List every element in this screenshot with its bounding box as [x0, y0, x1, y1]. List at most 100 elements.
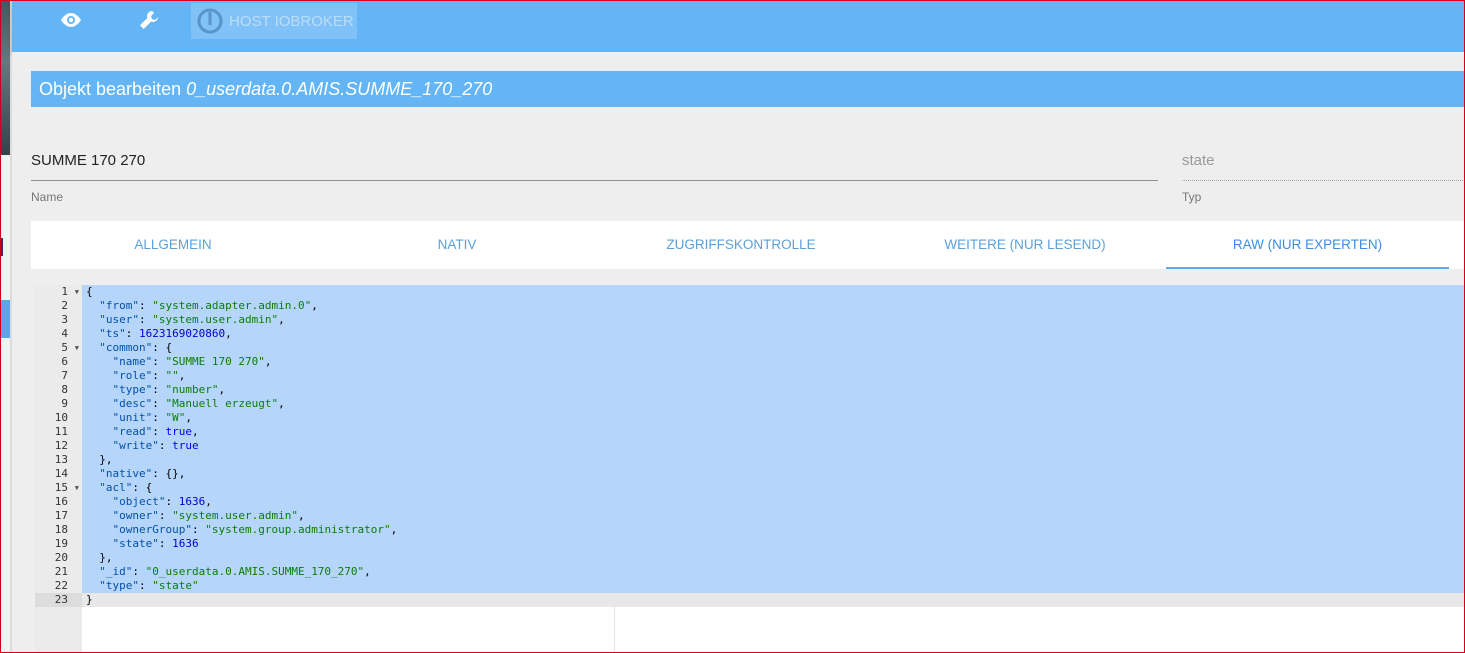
- code-line: "acl": {: [82, 481, 1465, 495]
- code-lines: { "from": "system.adapter.admin.0", "use…: [82, 285, 1465, 607]
- code-token: ,: [278, 313, 285, 326]
- line-number: 17: [54, 509, 68, 522]
- code-token: "_id": [99, 565, 133, 578]
- code-token: :: [152, 369, 166, 382]
- line-number: 11: [54, 425, 68, 438]
- code-token: "role": [112, 369, 153, 382]
- tab-zugriffskontrolle[interactable]: ZUGRIFFSKONTROLLE: [599, 221, 883, 269]
- code-token: "system.user.admin": [152, 313, 279, 326]
- code-line: "owner": "system.user.admin",: [82, 509, 1465, 523]
- fold-toggle-icon[interactable]: ▼: [75, 481, 79, 495]
- code-token: "system.group.administrator": [205, 523, 391, 536]
- line-number: 16: [54, 495, 68, 508]
- dialog-object-id: 0_userdata.0.AMIS.SUMME_170_270: [186, 79, 493, 99]
- name-input[interactable]: [31, 140, 1158, 181]
- wrench-button[interactable]: [130, 0, 168, 40]
- line-number: 8: [61, 383, 68, 396]
- code-line: "user": "system.user.admin",: [82, 313, 1465, 327]
- type-label: Typ: [1182, 190, 1202, 204]
- code-token: ,: [185, 411, 192, 424]
- code-token: :: [158, 537, 173, 550]
- code-token: },: [86, 551, 113, 564]
- code-token: 1623169020860: [139, 327, 226, 340]
- code-token: "object": [112, 495, 166, 508]
- line-number: 15 ▼: [54, 481, 79, 495]
- code-line: "common": {: [82, 341, 1465, 355]
- code-token: ,: [218, 383, 226, 396]
- eye-button[interactable]: [52, 0, 90, 40]
- code-token: "type": [112, 383, 153, 396]
- code-line: "read": true,: [82, 425, 1465, 439]
- code-token: "write": [112, 439, 159, 452]
- code-line: "name": "SUMME 170 270",: [82, 355, 1465, 369]
- host-button[interactable]: HOST IOBROKER: [191, 3, 357, 39]
- tab-raw[interactable]: RAW (NUR EXPERTEN): [1166, 221, 1449, 269]
- code-line: "_id": "0_userdata.0.AMIS.SUMME_170_270"…: [82, 565, 1465, 579]
- code-line: "state": 1636: [82, 537, 1465, 551]
- line-number: 5 ▼: [61, 341, 79, 355]
- host-label: HOST IOBROKER: [229, 12, 354, 30]
- code-token: ,: [364, 565, 371, 578]
- type-input[interactable]: [1182, 140, 1465, 181]
- line-number: 21: [54, 565, 68, 578]
- code-token: "acl": [99, 481, 133, 494]
- code-token: "": [165, 369, 179, 382]
- code-token: :: [152, 383, 166, 396]
- code-token: "owner": [112, 509, 159, 522]
- code-line: },: [82, 551, 1465, 565]
- code-token: :: [152, 425, 166, 438]
- code-token: "user": [99, 313, 139, 326]
- line-number: 20: [54, 551, 68, 564]
- code-line: "native": {},: [82, 467, 1465, 481]
- tab-nativ[interactable]: NATIV: [315, 221, 599, 269]
- code-token: ,: [278, 397, 285, 410]
- code-token: :: [158, 509, 173, 522]
- code-token: 1636: [178, 495, 206, 508]
- code-token: :: [152, 411, 166, 424]
- code-token: "name": [112, 355, 153, 368]
- code-line: "from": "system.adapter.admin.0",: [82, 299, 1465, 313]
- line-number: 7: [61, 369, 68, 382]
- line-number: 13: [54, 453, 68, 466]
- code-token: "state": [152, 579, 199, 592]
- code-token: :: [158, 439, 173, 452]
- editor-code-area[interactable]: { "from": "system.adapter.admin.0", "use…: [82, 285, 1465, 653]
- line-number: 9: [61, 397, 68, 410]
- code-token: ,: [311, 299, 318, 312]
- line-number: 23: [35, 593, 82, 607]
- code-token: ,: [178, 369, 186, 382]
- line-number: 18: [54, 523, 68, 536]
- tab-allgemein[interactable]: ALLGEMEIN: [31, 221, 315, 269]
- code-token: "ts": [99, 327, 126, 340]
- json-editor[interactable]: 1 ▼ 2 3 4 5 ▼ 6 7 8 9 10 11 12 13 14 15 ▼ 16 17 18 19 20 21 22 23…: [35, 285, 1465, 653]
- tab-weitere[interactable]: WEITERE (NUR LESEND): [883, 221, 1167, 269]
- line-number: 1 ▼: [61, 285, 79, 299]
- code-token: "native": [99, 467, 153, 480]
- code-token: "unit": [112, 411, 153, 424]
- code-token: "0_userdata.0.AMIS.SUMME_170_270": [145, 565, 365, 578]
- fold-toggle-icon[interactable]: ▼: [75, 285, 79, 299]
- code-token: }: [86, 593, 93, 606]
- code-token: "state": [112, 537, 159, 550]
- code-token: : {: [132, 481, 153, 494]
- fold-toggle-icon[interactable]: ▼: [75, 341, 79, 355]
- code-line: },: [82, 453, 1465, 467]
- code-line: "type": "state": [82, 579, 1465, 593]
- code-token: },: [86, 453, 113, 466]
- code-token: {: [86, 285, 93, 298]
- code-token: :: [139, 579, 153, 592]
- line-number: 4: [61, 327, 68, 340]
- code-token: :: [139, 299, 153, 312]
- line-number: 14: [54, 467, 68, 480]
